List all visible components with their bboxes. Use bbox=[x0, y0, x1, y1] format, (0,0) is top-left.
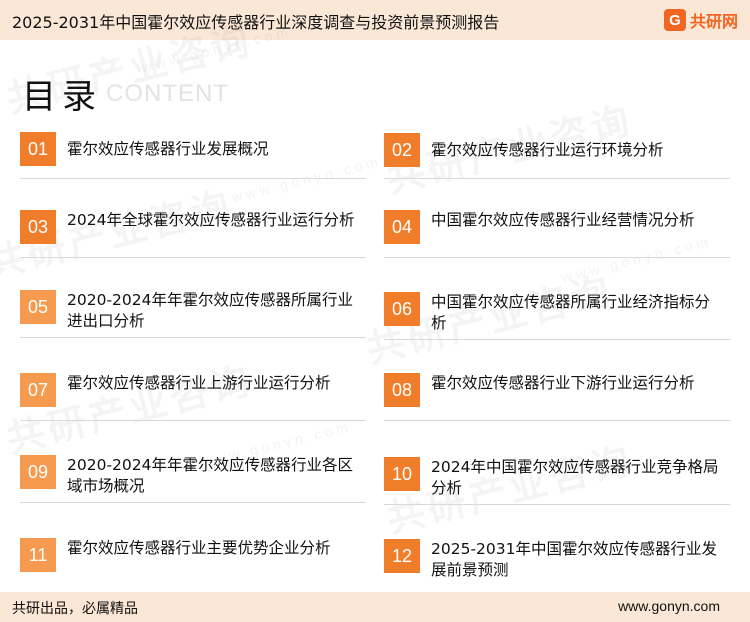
toc-item-number: 11 bbox=[20, 538, 56, 572]
footer-url[interactable]: www.gonyn.com bbox=[618, 598, 720, 614]
toc-item[interactable]: 07 霍尔效应传感器行业上游行业运行分析 bbox=[20, 373, 366, 421]
toc-item-number: 05 bbox=[20, 290, 56, 324]
toc-title: 目录 bbox=[22, 77, 102, 117]
header-bar: 2025-2031年中国霍尔效应传感器行业深度调查与投资前景预测报告 G 共研网 bbox=[0, 0, 750, 40]
toc-item-number: 01 bbox=[20, 132, 56, 166]
toc-item-number: 04 bbox=[384, 210, 420, 244]
toc-item-label: 霍尔效应传感器行业上游行业运行分析 bbox=[67, 374, 331, 392]
toc-item-label: 霍尔效应传感器行业运行环境分析 bbox=[431, 141, 664, 159]
toc-item-number: 06 bbox=[384, 292, 420, 326]
toc-item-label: 2025-2031年中国霍尔效应传感器行业发展前景预测 bbox=[431, 540, 717, 579]
toc-item[interactable]: 10 2024年中国霍尔效应传感器行业竞争格局分析 bbox=[384, 457, 730, 505]
divider bbox=[20, 257, 366, 258]
footer-slogan: 共研出品，必属精品 bbox=[12, 601, 138, 617]
toc-item-label: 中国霍尔效应传感器行业经营情况分析 bbox=[431, 211, 695, 229]
toc-item[interactable]: 04 中国霍尔效应传感器行业经营情况分析 bbox=[384, 210, 730, 258]
toc-item-number: 10 bbox=[384, 457, 420, 491]
divider bbox=[384, 420, 730, 421]
brand-logo-icon: G bbox=[663, 9, 686, 31]
toc-item[interactable]: 12 2025-2031年中国霍尔效应传感器行业发展前景预测 bbox=[384, 539, 730, 585]
divider bbox=[20, 420, 366, 421]
toc-item[interactable]: 08 霍尔效应传感器行业下游行业运行分析 bbox=[384, 373, 730, 421]
toc-item-label: 霍尔效应传感器行业发展概况 bbox=[67, 140, 269, 158]
toc-subtitle: CONTENT bbox=[106, 80, 229, 107]
toc-item-label: 2020-2024年年霍尔效应传感器所属行业进出口分析 bbox=[67, 291, 353, 330]
toc-item[interactable]: 02 霍尔效应传感器行业运行环境分析 bbox=[384, 133, 730, 213]
toc-item-label: 霍尔效应传感器行业主要优势企业分析 bbox=[67, 539, 331, 557]
toc-item[interactable]: 06 中国霍尔效应传感器所属行业经济指标分析 bbox=[384, 292, 730, 340]
report-title: 2025-2031年中国霍尔效应传感器行业深度调查与投资前景预测报告 bbox=[12, 13, 500, 32]
toc-item-number: 03 bbox=[20, 210, 56, 244]
divider bbox=[20, 337, 366, 338]
toc-item[interactable]: 09 2020-2024年年霍尔效应传感器行业各区域市场概况 bbox=[20, 455, 366, 503]
toc-item[interactable]: 05 2020-2024年年霍尔效应传感器所属行业进出口分析 bbox=[20, 290, 366, 338]
toc-item-label: 中国霍尔效应传感器所属行业经济指标分析 bbox=[431, 293, 711, 332]
toc-item-label: 霍尔效应传感器行业下游行业运行分析 bbox=[431, 374, 695, 392]
toc-item-number: 07 bbox=[20, 373, 56, 407]
toc-item[interactable]: 01 霍尔效应传感器行业发展概况 bbox=[20, 132, 366, 212]
divider bbox=[384, 339, 730, 340]
footer-bar: 共研出品，必属精品 www.gonyn.com bbox=[0, 592, 750, 622]
divider bbox=[20, 502, 366, 503]
toc-item-number: 08 bbox=[384, 373, 420, 407]
divider bbox=[384, 257, 730, 258]
divider bbox=[20, 178, 366, 179]
toc-item[interactable]: 11 霍尔效应传感器行业主要优势企业分析 bbox=[20, 538, 366, 584]
brand-logo: G 共研网 bbox=[663, 8, 738, 32]
toc-item-number: 09 bbox=[20, 455, 56, 489]
divider bbox=[384, 504, 730, 505]
brand-name: 共研网 bbox=[689, 12, 738, 31]
toc-item-label: 2020-2024年年霍尔效应传感器行业各区域市场概况 bbox=[67, 456, 353, 495]
toc-item-number: 02 bbox=[384, 133, 420, 167]
toc-item-label: 2024年全球霍尔效应传感器行业运行分析 bbox=[67, 211, 355, 229]
toc-item-number: 12 bbox=[384, 539, 420, 573]
toc-item-label: 2024年中国霍尔效应传感器行业竞争格局分析 bbox=[431, 458, 719, 497]
toc-item[interactable]: 03 2024年全球霍尔效应传感器行业运行分析 bbox=[20, 210, 366, 258]
